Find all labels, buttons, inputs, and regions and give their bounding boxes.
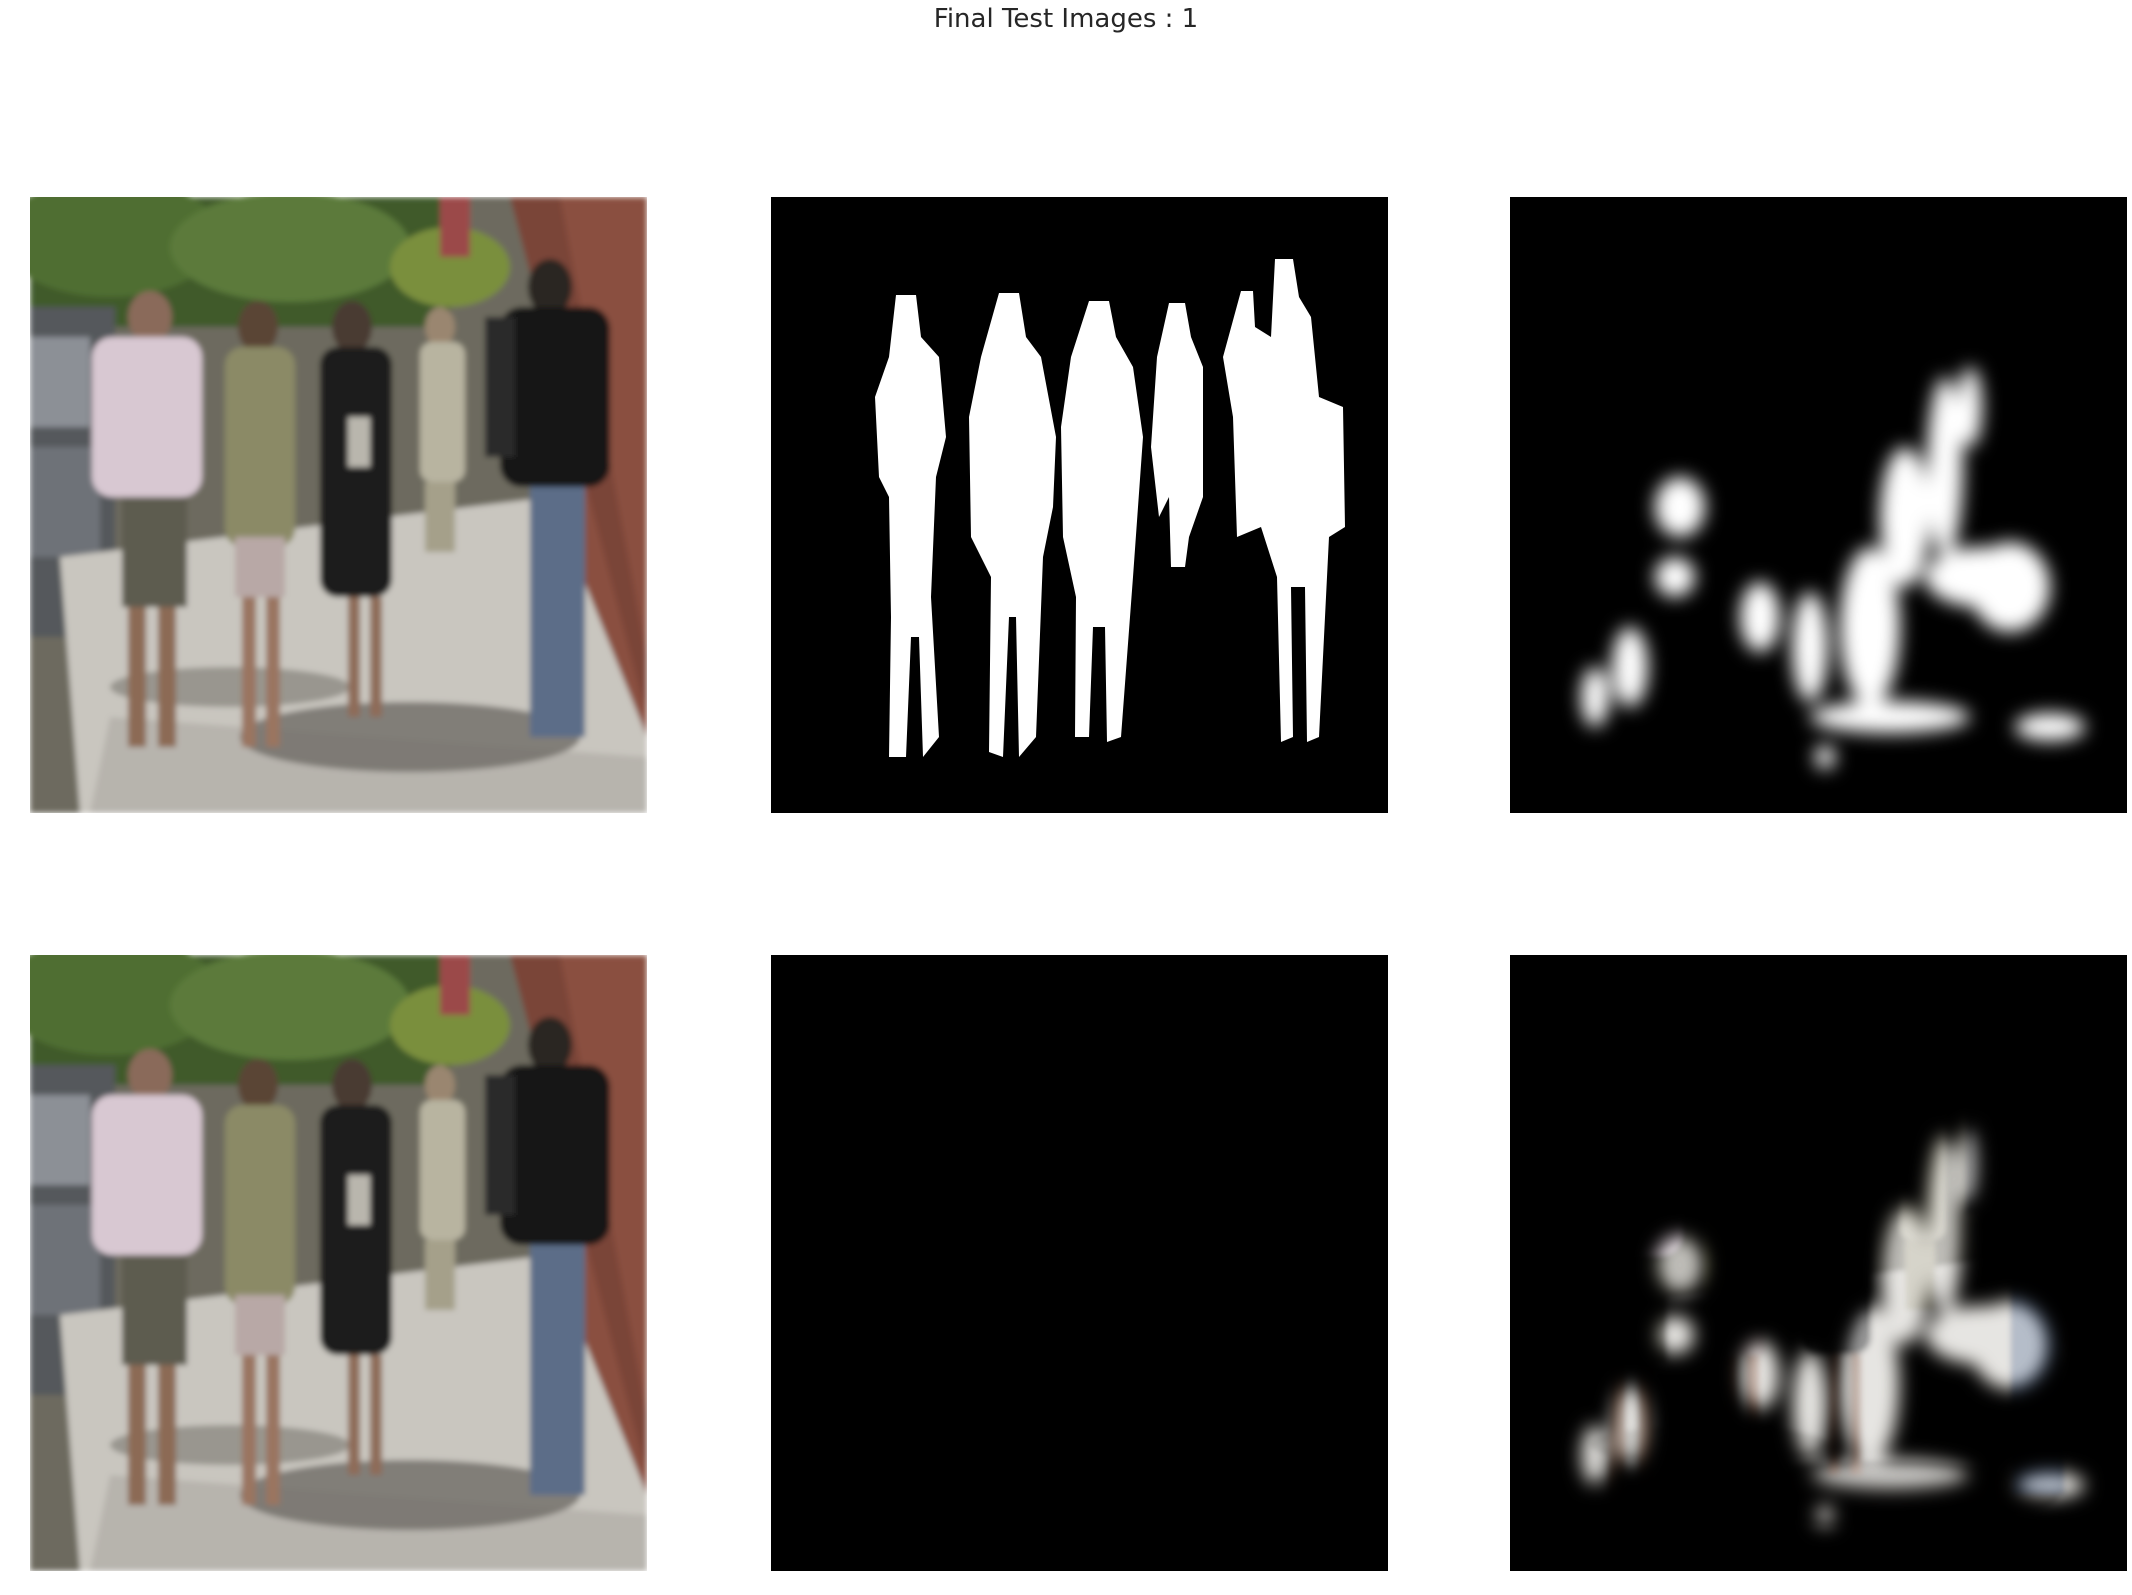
predicted-masked-image xyxy=(1510,955,2127,1571)
input-image-bottom xyxy=(30,955,647,1571)
input-image-top xyxy=(30,197,647,813)
ground-truth-mask xyxy=(771,197,1388,813)
predicted-mask xyxy=(1510,197,2127,813)
ground-truth-masked-image xyxy=(771,955,1388,1571)
figure-title: Final Test Images : 1 xyxy=(933,4,1199,34)
